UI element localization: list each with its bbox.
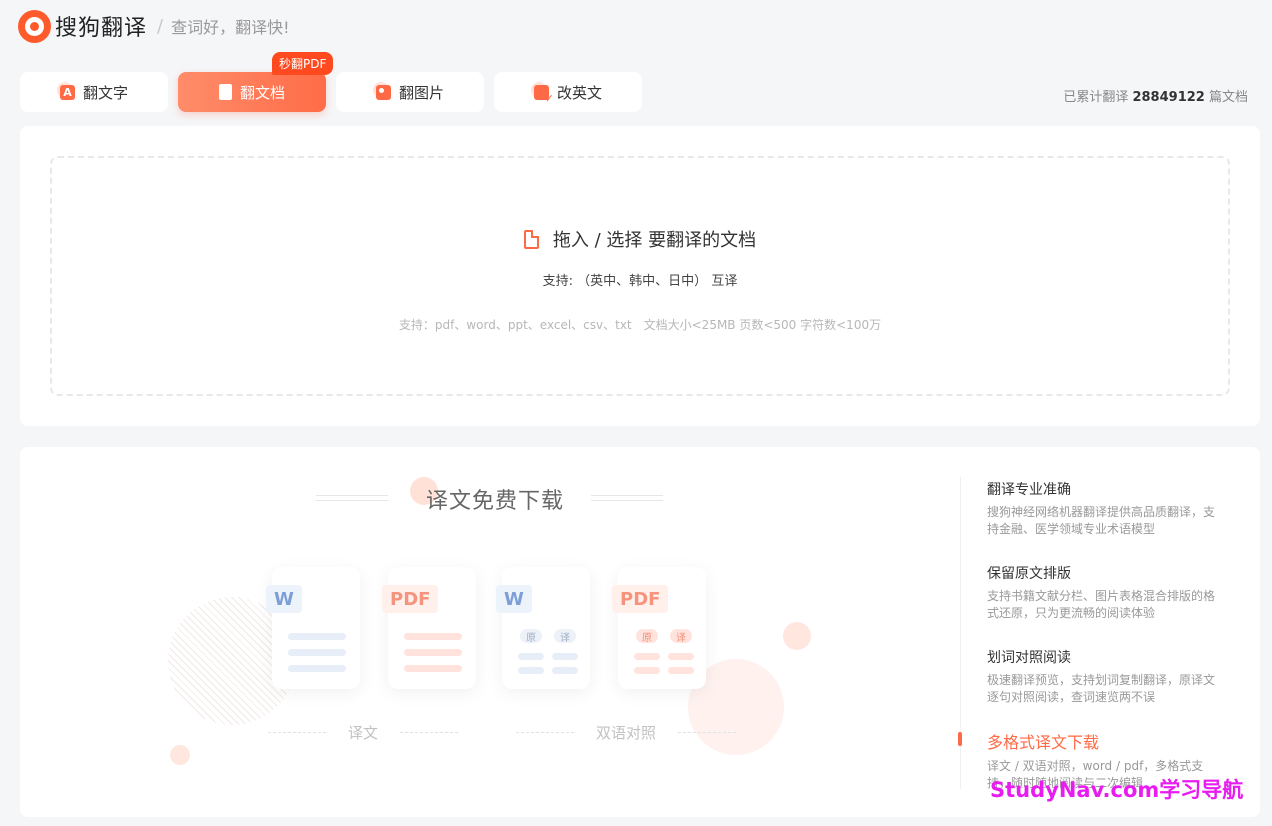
caption-bilingual: 双语对照 [516,722,758,743]
slogan-separator: / [157,15,164,37]
pdf-promo-badge: 秒翻PDF [272,52,334,75]
caption-dash [268,732,326,733]
translation-chip: 译 [670,629,692,644]
caption-text: 双语对照 [596,724,657,742]
tab-label: 翻文档 [239,83,285,102]
word-icon: W [496,585,532,613]
image-icon [375,84,391,100]
feature-item-title: 多格式译文下载 [987,733,1100,752]
pdf-icon: PDF [612,585,669,613]
feature-item-layout[interactable]: 保留原文排版 支持书籍文献分栏、图片表格混合排版的格式还原，只为更流畅的阅读体验 [987,563,1223,622]
word-translation-card: W [266,567,360,689]
caption-text: 译文 [348,724,379,742]
caption-dash [678,732,737,733]
tab-edit-english[interactable]: 改英文 [494,72,642,112]
heading-line-right [591,495,663,501]
pdf-icon: PDF [382,585,439,613]
word-bilingual-card: W 原 译 [496,567,590,689]
caption-dash [516,732,574,733]
tab-label: 翻文字 [82,83,128,102]
text-line [288,665,346,672]
slogan: 查词好，翻译快! [171,18,290,37]
word-icon: W [266,585,302,613]
feature-item-desc: 搜狗神经网络机器翻译提供高品质翻译，支持金融、医学领域专业术语模型 [987,505,1216,536]
pdf-translation-card: PDF [382,567,476,689]
text-line [404,665,462,672]
site-header: 搜狗翻译 / 查词好，翻译快! [18,8,290,44]
upload-panel: 拖入 / 选择 要翻译的文档 支持: （英中、韩中、日中） 互译 支持：pdf、… [20,126,1260,426]
text-line [518,653,544,660]
circle-decoration [170,745,190,765]
tab-translate-text[interactable]: A 翻文字 [20,72,168,112]
text-line [552,653,578,660]
text-translate-icon: A [59,84,75,100]
feature-panel: 译文免费下载 W PDF W 原 译 PDF 原 译 译文 双语对照 翻译专业准… [20,447,1260,817]
translation-chip: 译 [554,629,576,644]
feature-item-reading[interactable]: 划词对照阅读 极速翻译预览，支持划词复制翻译，原译文逐句对照阅读，查词速览两不误 [987,647,1223,706]
original-chip: 原 [636,629,658,644]
heading-line-left [316,495,388,501]
caption-translation: 译文 [268,722,480,743]
document-icon [218,84,232,100]
original-chip: 原 [520,629,542,644]
watermark: StudyNav.com学习导航 [990,778,1244,802]
text-line [288,649,346,656]
text-line [668,667,694,674]
edit-english-icon [533,84,554,105]
tab-translate-document[interactable]: 翻文档 [178,72,326,112]
document-dropzone[interactable]: 拖入 / 选择 要翻译的文档 支持: （英中、韩中、日中） 互译 支持：pdf、… [50,156,1230,396]
file-icon [523,229,539,249]
text-line [668,653,694,660]
pdf-bilingual-card: PDF 原 译 [612,567,706,689]
feature-title: 译文免费下载 [426,489,565,514]
counter-prefix: 已累计翻译 [1063,90,1129,105]
text-line [288,633,346,640]
feature-item-title: 划词对照阅读 [987,650,1071,666]
feature-list: 翻译专业准确 搜狗神经网络机器翻译提供高品质翻译，支持金融、医学领域专业术语模型… [958,477,1250,790]
feature-item-desc: 极速翻译预览，支持划词复制翻译，原译文逐句对照阅读，查词速览两不误 [987,673,1216,704]
translation-counter: 已累计翻译 28849122 篇文档 [1063,86,1248,105]
text-line [404,633,462,640]
counter-suffix: 篇文档 [1208,90,1248,105]
circle-decoration [783,622,811,650]
tab-label: 翻图片 [398,83,444,102]
brand-name[interactable]: 搜狗翻译 [55,10,147,42]
text-line [634,667,660,674]
text-line [552,667,578,674]
feature-item-accuracy[interactable]: 翻译专业准确 搜狗神经网络机器翻译提供高品质翻译，支持金融、医学领域专业术语模型 [987,479,1223,538]
feature-heading: 译文免费下载 [316,475,666,515]
text-line [518,667,544,674]
supported-formats: 支持：pdf、word、ppt、excel、csv、txt 文档大小<25MB … [398,318,882,332]
feature-item-desc: 支持书籍文献分栏、图片表格混合排版的格式还原，只为更流畅的阅读体验 [987,589,1216,620]
tab-translate-image[interactable]: 翻图片 [336,72,484,112]
feature-item-title: 翻译专业准确 [987,482,1071,498]
tab-label: 改英文 [556,83,602,102]
dropzone-title[interactable]: 拖入 / 选择 要翻译的文档 [52,226,1228,252]
active-feature-marker [958,732,962,746]
text-line [634,653,660,660]
sogou-logo-icon[interactable] [18,9,51,43]
supported-languages: 支持: （英中、韩中、日中） 互译 [542,274,738,289]
translate-mode-tabs: A 翻文字 翻文档 翻图片 改英文 [20,72,642,112]
caption-dash [400,732,459,733]
feature-item-title: 保留原文排版 [987,566,1071,582]
dropzone-title-text: 拖入 / 选择 要翻译的文档 [552,230,757,251]
text-line [404,649,462,656]
counter-value: 28849122 [1132,90,1205,105]
